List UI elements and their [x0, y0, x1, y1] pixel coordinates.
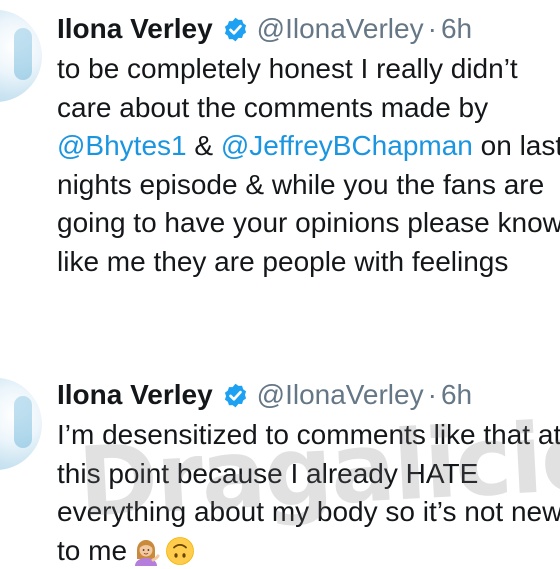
mention-link[interactable]: @JeffreyBChapman: [221, 130, 473, 161]
woman-tipping-hand-icon: [131, 536, 161, 566]
verified-badge-icon: [222, 382, 249, 409]
tweet-text-line: I’m desensitized to comments like that a…: [57, 419, 560, 450]
separator-dot: ·: [427, 13, 437, 44]
tweet-text: I’m desensitized to comments like that a…: [57, 416, 560, 569]
tweet[interactable]: Ilona Verley @IlonaVerley · 6h I’m desen…: [0, 366, 560, 569]
mention-link[interactable]: @Bhytes1: [57, 130, 187, 161]
tweet-text-line: everything about my body so it’s not new: [57, 496, 560, 527]
handle[interactable]: @IlonaVerley: [257, 12, 424, 46]
timestamp[interactable]: 6h: [441, 12, 472, 46]
display-name[interactable]: Ilona Verley: [57, 378, 213, 412]
tweet-text-line: to me: [57, 532, 560, 569]
tweet-text-line: @Bhytes1 & @JeffreyBChapman on last: [57, 127, 560, 166]
text-fragment: on last: [472, 130, 560, 161]
tweet-header: Ilona Verley @IlonaVerley · 6h: [57, 378, 472, 412]
tweet-header: Ilona Verley @IlonaVerley · 6h: [57, 12, 472, 46]
avatar[interactable]: [0, 10, 42, 102]
upside-down-face-icon: [165, 536, 195, 566]
tweet[interactable]: Ilona Verley @IlonaVerley · 6h to be com…: [0, 0, 560, 340]
tweet-text-line: going to have your opinions please know: [57, 207, 560, 238]
display-name[interactable]: Ilona Verley: [57, 12, 213, 46]
timestamp[interactable]: 6h: [441, 378, 472, 412]
tweet-text-line: like me they are people with feelings: [57, 245, 509, 277]
text-fragment: to me: [57, 534, 128, 566]
handle[interactable]: @IlonaVerley: [257, 378, 424, 412]
tweet-text-line: care about the comments made by: [57, 91, 489, 123]
avatar[interactable]: [0, 378, 42, 470]
text-fragment: &: [186, 130, 221, 161]
separator-dot: ·: [427, 379, 437, 410]
tweet-text-line: this point because I already HATE: [57, 457, 479, 489]
tweet-text: to be completely honest I really didn’t …: [57, 50, 560, 281]
tweet-text-line: nights episode & while you the fans are: [57, 168, 545, 200]
verified-badge-icon: [222, 16, 249, 43]
tweet-text-line: to be completely honest I really didn’t: [57, 53, 518, 84]
tweet-feed: Ilona Verley @IlonaVerley · 6h to be com…: [0, 0, 560, 569]
